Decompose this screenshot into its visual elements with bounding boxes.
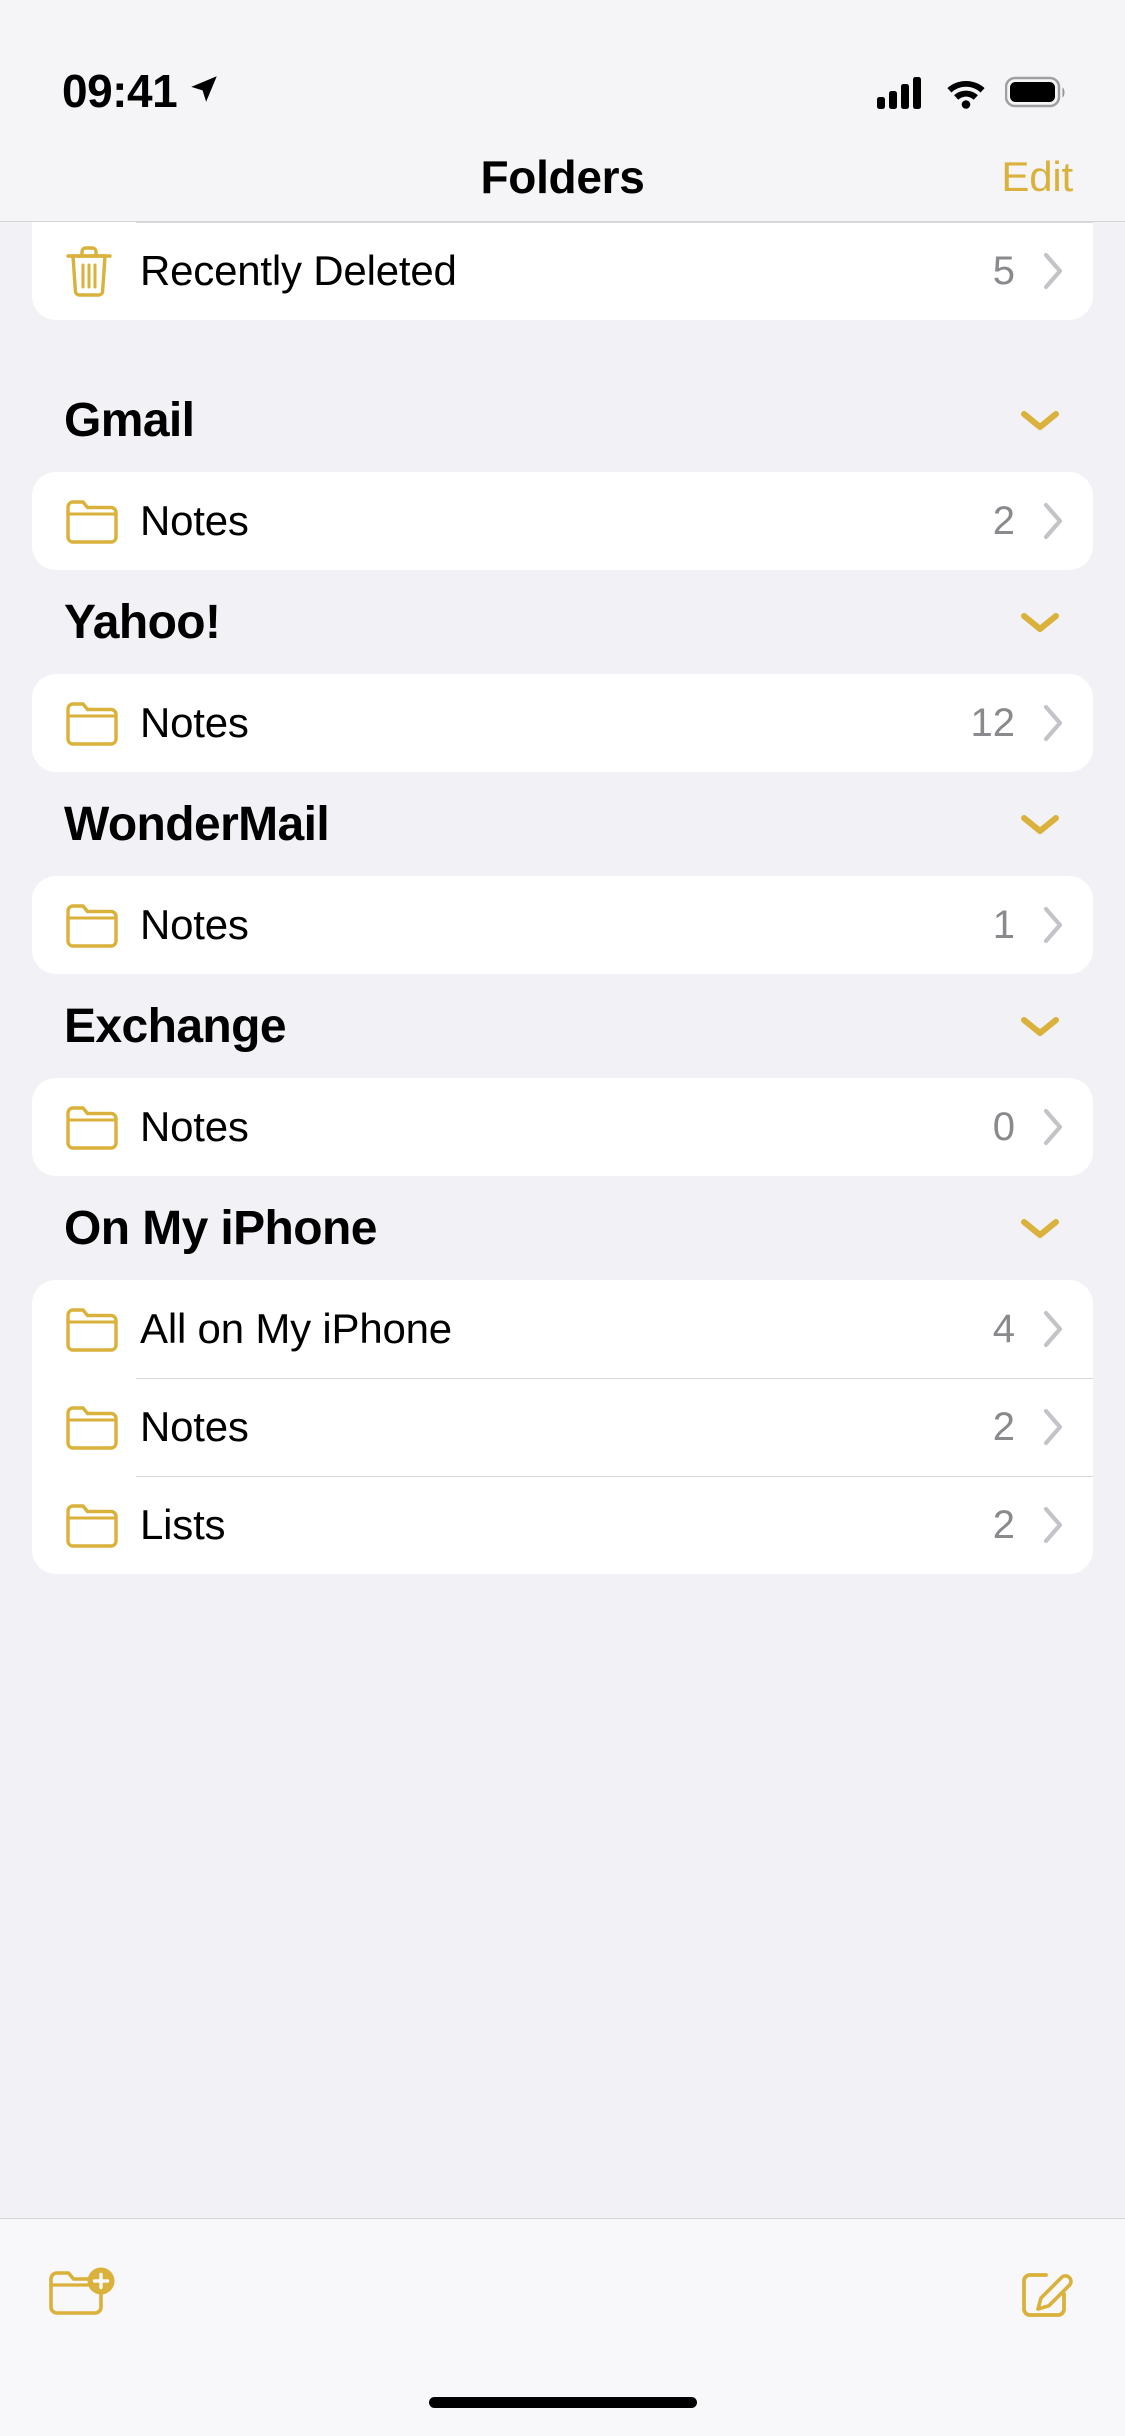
status-time: 09:41 — [62, 65, 178, 117]
list-item-label: Lists — [140, 1501, 226, 1548]
folder-icon — [64, 898, 140, 952]
section-card: Notes 0 — [32, 1078, 1093, 1176]
bottom-toolbar — [0, 2218, 1125, 2368]
account-sections: Gmail Notes 2 Yahoo! Notes 12 WonderMail Notes 1… — [32, 368, 1093, 1574]
chevron-down-icon[interactable] — [1017, 1213, 1063, 1243]
chevron-down-icon[interactable] — [1017, 809, 1063, 839]
list-item[interactable]: Notes 0 — [32, 1078, 1093, 1176]
folder-icon — [64, 1400, 140, 1454]
list-item-label: Notes — [140, 497, 249, 544]
location-arrow-icon — [187, 72, 221, 111]
list-item-count: 1 — [992, 902, 1015, 947]
list-item-label: Recently Deleted — [140, 247, 457, 294]
chevron-right-icon — [1041, 1105, 1067, 1149]
section-title: WonderMail — [64, 797, 330, 851]
folder-plus-icon — [46, 2261, 118, 2326]
navigation-bar: Folders Edit — [0, 132, 1125, 222]
chevron-down-icon[interactable] — [1017, 607, 1063, 637]
chevron-right-icon — [1041, 701, 1067, 745]
trash-icon — [64, 243, 140, 299]
list-item[interactable]: Lists 2 — [32, 1476, 1093, 1574]
section-header-exchange[interactable]: Exchange — [32, 974, 1093, 1078]
compose-note-icon — [1017, 2261, 1079, 2326]
chevron-right-icon — [1041, 1405, 1067, 1449]
list-item-count: 0 — [992, 1104, 1015, 1149]
chevron-down-icon[interactable] — [1017, 1011, 1063, 1041]
section-header-wondermail[interactable]: WonderMail — [32, 772, 1093, 876]
list-item[interactable]: Recently Deleted 5 — [32, 222, 1093, 320]
section-header-on-my-iphone[interactable]: On My iPhone — [32, 1176, 1093, 1280]
chevron-right-icon — [1041, 1503, 1067, 1547]
section-card: Notes 12 — [32, 674, 1093, 772]
list-item-label: Notes — [140, 699, 249, 746]
new-folder-button[interactable] — [46, 2261, 118, 2326]
page-title: Folders — [480, 150, 645, 203]
status-bar-right — [877, 75, 1067, 118]
list-item-label: All on My iPhone — [140, 1305, 452, 1352]
list-item-label: Notes — [140, 901, 249, 948]
section-title: Gmail — [64, 393, 195, 447]
folders-list[interactable]: Recently Deleted 5 Gmail Notes 2 Yahoo! Note… — [0, 222, 1125, 2218]
section-header-yahoo[interactable]: Yahoo! — [32, 570, 1093, 674]
chevron-right-icon — [1041, 903, 1067, 947]
list-item[interactable]: Notes 2 — [32, 472, 1093, 570]
folder-icon — [64, 1498, 140, 1552]
chevron-down-icon[interactable] — [1017, 405, 1063, 435]
wifi-icon — [943, 75, 989, 114]
list-item-count: 2 — [992, 1404, 1015, 1449]
list-item[interactable]: All on My iPhone 4 — [32, 1280, 1093, 1378]
chevron-right-icon — [1041, 499, 1067, 543]
list-item-label: Notes — [140, 1103, 249, 1150]
list-item-count: 5 — [992, 248, 1015, 293]
battery-full-icon — [1004, 75, 1067, 114]
cellular-signal-icon — [877, 75, 927, 114]
folder-icon — [64, 1100, 140, 1154]
edit-button[interactable]: Edit — [1001, 153, 1073, 201]
home-indicator[interactable] — [428, 2396, 697, 2408]
section-card: Notes 1 — [32, 876, 1093, 974]
notes-folders-screen: 09:41 Folders Edit Recently Deleted 5 Gm… — [0, 0, 1125, 2436]
list-item[interactable]: Notes 2 — [32, 1378, 1093, 1476]
list-item-count: 2 — [992, 498, 1015, 543]
list-item-count: 4 — [992, 1306, 1015, 1351]
list-item-count: 2 — [992, 1502, 1015, 1547]
chevron-right-icon — [1041, 249, 1067, 293]
chevron-right-icon — [1041, 1307, 1067, 1351]
section-title: On My iPhone — [64, 1201, 377, 1255]
status-bar-left: 09:41 — [62, 64, 221, 118]
section-title: Yahoo! — [64, 595, 221, 649]
section-card: All on My iPhone 4 Notes 2 Lists 2 — [32, 1280, 1093, 1574]
list-item[interactable]: Notes 1 — [32, 876, 1093, 974]
list-item[interactable]: Notes 12 — [32, 674, 1093, 772]
folder-icon — [64, 696, 140, 750]
list-item-count: 12 — [970, 700, 1016, 745]
folder-icon — [64, 494, 140, 548]
section-header-gmail[interactable]: Gmail — [32, 368, 1093, 472]
home-indicator-area — [0, 2368, 1125, 2436]
recently-deleted-card: Recently Deleted 5 — [32, 222, 1093, 320]
status-bar: 09:41 — [0, 0, 1125, 132]
folder-icon — [64, 1302, 140, 1356]
compose-note-button[interactable] — [1017, 2261, 1079, 2326]
section-title: Exchange — [64, 999, 287, 1053]
section-card: Notes 2 — [32, 472, 1093, 570]
list-item-label: Notes — [140, 1403, 249, 1450]
